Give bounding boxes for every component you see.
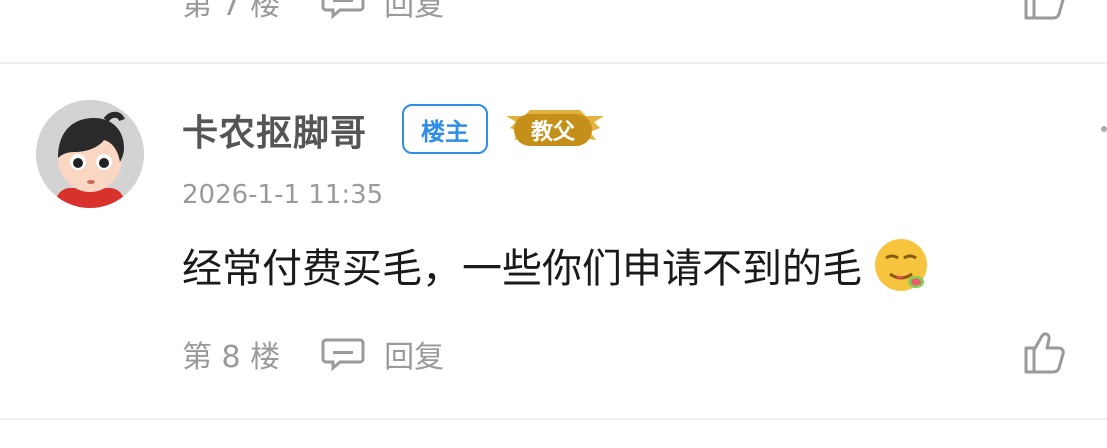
comment-icon xyxy=(321,0,365,19)
avatar-illustration xyxy=(36,100,144,208)
previous-comment-footer: 第 7 楼 回复 xyxy=(182,0,1082,24)
username[interactable]: 卡农抠脚哥 xyxy=(182,104,367,156)
post-time: 2026-1-1 11:35 xyxy=(182,180,384,210)
reply-label: 回复 xyxy=(384,0,445,23)
title-badge: 教父 xyxy=(500,106,606,154)
comment-text: 经常付费买毛，一些你们申请不到的毛 xyxy=(182,246,862,292)
more-indicator xyxy=(1101,126,1107,132)
like-icon[interactable] xyxy=(1020,0,1068,22)
avatar[interactable] xyxy=(36,100,144,208)
comment-footer: 第 8 楼 回复 xyxy=(182,332,1082,376)
comment-body: 经常付费买毛，一些你们申请不到的毛 xyxy=(182,236,930,294)
host-badge: 楼主 xyxy=(402,104,488,154)
title-badge-label: 教父 xyxy=(530,120,575,145)
reply-button[interactable]: 回复 xyxy=(320,0,444,24)
divider xyxy=(0,62,1107,64)
divider xyxy=(0,418,1107,420)
floor-label: 第 8 楼 xyxy=(182,340,281,375)
reply-label: 回复 xyxy=(384,340,445,375)
floor-label: 第 7 楼 xyxy=(182,0,281,23)
reply-button[interactable]: 回复 xyxy=(320,332,444,376)
like-icon[interactable] xyxy=(1020,328,1068,376)
drooling-face-icon xyxy=(875,239,927,291)
comment-icon xyxy=(321,338,365,371)
